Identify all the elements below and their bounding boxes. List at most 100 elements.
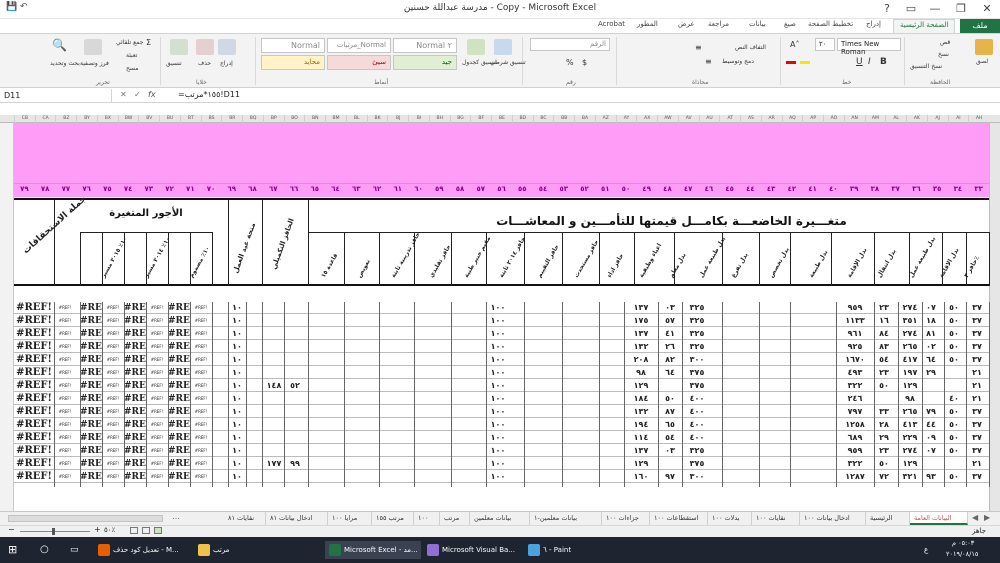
cell-ref-error[interactable]: #REF! (14, 432, 54, 444)
style-good[interactable]: جيد (393, 55, 457, 70)
cell-g[interactable]: ٣٢٥ (682, 445, 712, 457)
cell-f[interactable]: ٧٢ (874, 471, 894, 483)
cell-inc[interactable] (284, 315, 306, 327)
cell-inc[interactable] (284, 354, 306, 366)
cell-g[interactable]: ٣٠٠ (682, 471, 712, 483)
cell-ref-error[interactable]: #REF! (168, 419, 190, 431)
column-header-AQ[interactable]: AQ (781, 115, 803, 123)
fill-button[interactable]: تعبئة (126, 52, 137, 59)
align-center-icon[interactable]: ≡ (705, 57, 712, 66)
tab-scroll-right-icon[interactable]: ▶ (984, 513, 990, 522)
cell-f[interactable]: ٥٠ (874, 380, 894, 392)
column-header-CB[interactable]: CB (14, 115, 35, 123)
cell-grant[interactable]: ١٠ (228, 445, 246, 457)
cell-ref-error[interactable]: #REF! (124, 471, 146, 483)
tab-insert[interactable]: إدراج (866, 20, 881, 28)
cell-inc[interactable]: ٥٢ (284, 380, 306, 392)
cell-inc[interactable] (284, 328, 306, 340)
cell-bonus[interactable]: ١٠٠ (486, 367, 510, 379)
cell-h[interactable]: ٨٢ (658, 354, 682, 366)
sheet-tab[interactable]: مرتب (440, 512, 470, 525)
cell-a[interactable]: ٣٧ (966, 341, 988, 353)
cell-inc[interactable] (284, 302, 306, 314)
cell-ref-error[interactable]: #REF! (80, 458, 102, 470)
zoom-in-icon[interactable]: + (94, 525, 101, 534)
cell-c[interactable]: ٢٧٤ (898, 445, 922, 457)
cell-g[interactable]: ٤٠٠ (682, 406, 712, 418)
cell-e[interactable]: ١٢٨٧ (836, 471, 874, 483)
cell-i[interactable]: ١٣٧ (624, 328, 658, 340)
cell-inc[interactable] (284, 393, 306, 405)
cell-d[interactable]: ٧٩ (922, 406, 940, 418)
cell-f[interactable]: ٥٠ (874, 458, 894, 470)
cell-a[interactable]: ٣٧ (966, 302, 988, 314)
cell-i[interactable]: ٩٨ (624, 367, 658, 379)
cell-bonus[interactable]: ١٠٠ (486, 380, 510, 392)
cell-e[interactable]: ١٦٧٠ (836, 354, 874, 366)
column-header-AT[interactable]: AT (719, 115, 740, 123)
sheet-tab[interactable]: بيانات معلمين (470, 512, 530, 525)
cell-ref-error-small[interactable]: #REF! (190, 367, 212, 379)
autosum-icon[interactable]: Σ (146, 38, 151, 47)
cell-ref-error[interactable]: #REF! (168, 471, 190, 483)
cell-ref-error-small[interactable]: #REF! (190, 302, 212, 314)
tab-review[interactable]: مراجعة (708, 20, 729, 28)
table-row[interactable]: ٣٧٥٠٠٧٢٧٤٢٣٩٥٩٣٢٥٠٣١٣٧١٠٠١٠#REF!#REF!#RE… (14, 302, 989, 314)
cell-f[interactable]: ٢٨ (874, 419, 894, 431)
tab-developer[interactable]: المطور (637, 20, 658, 28)
cell-ref-error-small[interactable]: #REF! (54, 315, 76, 327)
cell-ref-error[interactable]: #REF! (14, 302, 54, 314)
worksheet[interactable]: AH AI AJ AK AL AM AN AO AP AQ AR AS AT AU AV AW AX AY AZ BA… (0, 104, 1000, 511)
cell-a[interactable]: ٣٧ (966, 354, 988, 366)
column-header-BY[interactable]: BY (76, 115, 97, 123)
cell-ref-error-small[interactable]: #REF! (54, 328, 76, 340)
cell-g[interactable]: ٣٧٥ (682, 458, 712, 470)
table-row[interactable]: ٢١٢٩١٩٧٢٣٤٩٣٣٧٥٦٤٩٨١٠٠١٠#REF!#REF!#REF!#… (14, 367, 989, 379)
cell-ref-error[interactable]: #REF! (124, 315, 146, 327)
ribbon-display-button[interactable]: ▭ (898, 0, 924, 19)
cell-bonus[interactable]: ١٠٠ (486, 341, 510, 353)
cell-e[interactable]: ٧٩٧ (836, 406, 874, 418)
name-box[interactable]: D11 (0, 89, 112, 102)
column-header-BW[interactable]: BW (117, 115, 139, 123)
cell-ref-error-small[interactable]: #REF! (146, 380, 168, 392)
cell-b[interactable]: ٥٠ (944, 471, 964, 483)
cell-ref-error-small[interactable]: #REF! (54, 419, 76, 431)
cell-h[interactable]: ٠٣ (658, 445, 682, 457)
cell-ref-error[interactable]: #REF! (14, 341, 54, 353)
cell-ref-error-small[interactable]: #REF! (102, 406, 124, 418)
cell-ref-error-small[interactable]: #REF! (102, 302, 124, 314)
cell-c[interactable]: ١٢٩ (898, 380, 922, 392)
tab-file[interactable]: ملف (960, 19, 1000, 33)
cell-h[interactable]: ٩٧ (658, 471, 682, 483)
cell-f[interactable]: ٢٣ (874, 445, 894, 457)
column-header-AK[interactable]: AK (906, 115, 927, 123)
column-header-BC[interactable]: BC (532, 115, 554, 123)
vertical-scrollbar[interactable] (0, 123, 14, 511)
cell-ref-error[interactable]: #REF! (124, 432, 146, 444)
cell-a[interactable]: ٣٧ (966, 328, 988, 340)
cell-ref-error[interactable]: #REF! (80, 445, 102, 457)
font-name-box[interactable]: Times New Roman (837, 38, 901, 56)
cell-ref-error-small[interactable]: #REF! (146, 341, 168, 353)
cell-c[interactable]: ٢٧٤ (898, 328, 922, 340)
cell-bonus[interactable]: ١٠٠ (486, 419, 510, 431)
taskbar-paint[interactable]: ٦ - Paint (528, 541, 588, 559)
column-header-AW[interactable]: AW (657, 115, 678, 123)
cell-ref-error-small[interactable]: #REF! (102, 328, 124, 340)
cell-inc[interactable] (284, 367, 306, 379)
insert-cells-button[interactable]: إدراج (220, 60, 233, 67)
column-header-AX[interactable]: AX (636, 115, 657, 123)
cell-a[interactable]: ٢١ (966, 458, 988, 470)
column-header-AR[interactable]: AR (760, 115, 782, 123)
sheet-tab[interactable]: ادخال بيانات ١٠٠ (800, 512, 866, 525)
start-icon[interactable]: ⊞ (8, 541, 17, 559)
cell-ref-error[interactable]: #REF! (124, 419, 146, 431)
cell-ref-error-small[interactable]: #REF! (102, 458, 124, 470)
sheet-tab[interactable]: البيانات العامة (910, 512, 968, 525)
cell-i[interactable]: ١٢٩ (624, 458, 658, 470)
cell-inc[interactable] (284, 471, 306, 483)
cell-bonus[interactable]: ١٠٠ (486, 406, 510, 418)
cell-ref-error-small[interactable]: #REF! (190, 458, 212, 470)
cell-d[interactable]: ٠٢ (922, 341, 940, 353)
